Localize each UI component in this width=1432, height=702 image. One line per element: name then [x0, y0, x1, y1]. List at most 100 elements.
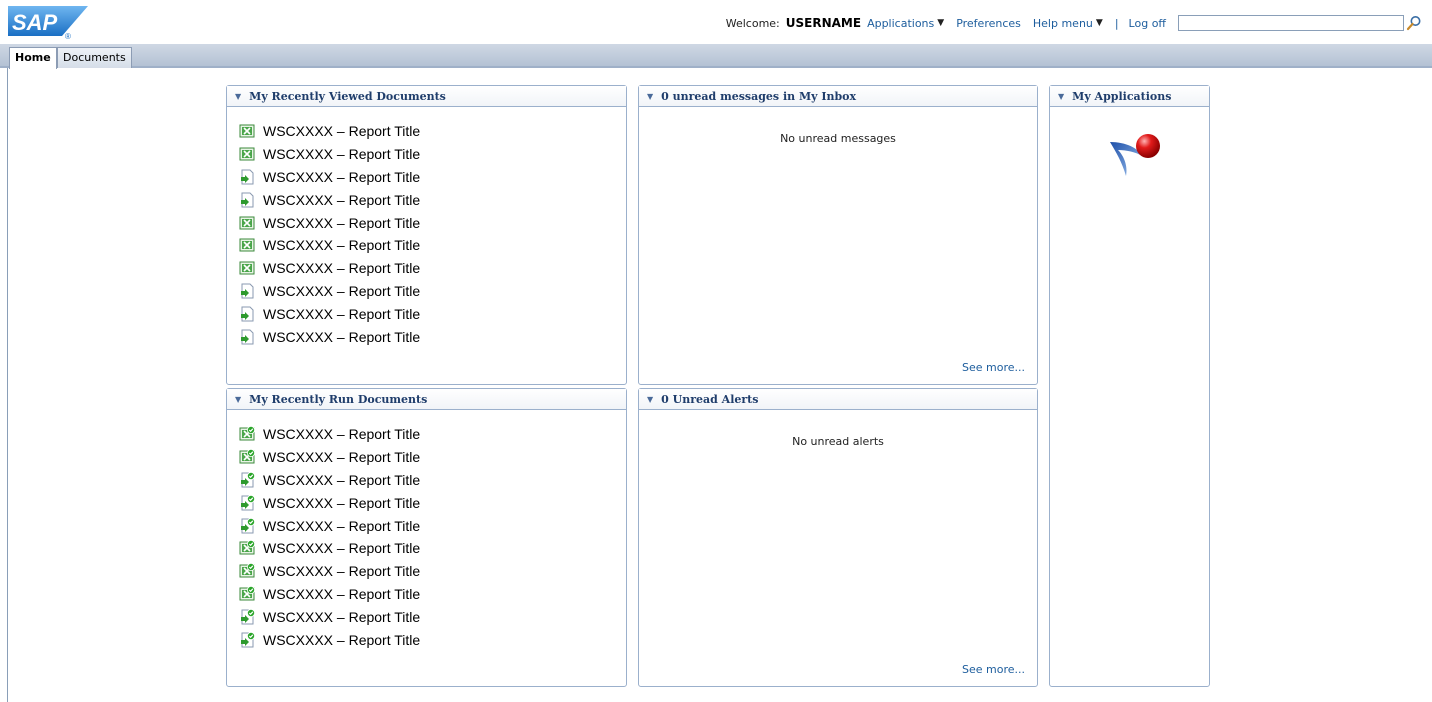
document-item[interactable]: WSCXXXX – Report Title	[239, 491, 420, 514]
application-pushpin-icon[interactable]	[1108, 132, 1168, 178]
collapse-triangle-icon[interactable]: ▼	[647, 394, 653, 404]
panel-header: ▼ My Applications	[1050, 86, 1209, 107]
document-label: WSCXXXX – Report Title	[263, 608, 421, 625]
welcome-label: Welcome:	[725, 16, 780, 30]
web-run-icon	[241, 494, 255, 511]
document-item[interactable]: WSCXXXX – Report Title	[239, 583, 420, 606]
document-label: WSCXXXX – Report Title	[263, 328, 421, 345]
excel-document-icon	[239, 147, 255, 161]
excel-document-icon	[239, 216, 255, 230]
document-item[interactable]: WSCXXXX – Report Title	[239, 234, 420, 257]
logoff-link[interactable]: Log off	[1129, 17, 1166, 30]
separator: |	[1114, 16, 1119, 30]
document-item[interactable]: WSCXXXX – Report Title	[239, 446, 420, 469]
username: USERNAME	[785, 16, 862, 30]
document-item[interactable]: WSCXXXX – Report Title	[239, 120, 420, 143]
document-item[interactable]: WSCXXXX – Report Title	[239, 211, 420, 234]
help-menu[interactable]: Help menu ▼	[1033, 17, 1103, 30]
document-label: WSCXXXX – Report Title	[263, 494, 421, 511]
document-item[interactable]: WSCXXXX – Report Title	[239, 257, 420, 280]
caret-down-icon: ▼	[937, 18, 945, 28]
preferences-link[interactable]: Preferences	[956, 17, 1021, 30]
excel-document-icon	[239, 238, 255, 252]
collapse-triangle-icon[interactable]: ▼	[647, 91, 653, 101]
help-label: Help menu	[1032, 16, 1093, 30]
collapse-triangle-icon[interactable]: ▼	[1058, 91, 1064, 101]
document-item[interactable]: WSCXXXX – Report Title	[239, 537, 420, 560]
panel-header: ▼ 0 Unread Alerts	[639, 389, 1037, 410]
document-label: WSCXXXX – Report Title	[263, 123, 421, 140]
document-item[interactable]: WSCXXXX – Report Title	[239, 514, 420, 537]
recently-run-panel: ▼ My Recently Run Documents WSCXXXX – Re…	[226, 388, 627, 687]
web-run-icon	[241, 471, 255, 488]
document-label: WSCXXXX – Report Title	[263, 168, 421, 185]
panel-header: ▼ 0 unread messages in My Inbox	[639, 86, 1037, 107]
web-document-icon	[241, 329, 254, 345]
document-label: WSCXXXX – Report Title	[263, 282, 421, 299]
caret-down-icon: ▼	[1095, 18, 1103, 28]
collapse-triangle-icon[interactable]: ▼	[235, 91, 241, 101]
document-list: WSCXXXX – Report Title WSCXXXX – Report T…	[239, 120, 420, 348]
document-item[interactable]: WSCXXXX – Report Title	[239, 560, 420, 583]
excel-document-icon	[239, 261, 255, 275]
applications-menu[interactable]: Applications ▼	[867, 17, 944, 30]
alerts-panel: ▼ 0 Unread Alerts No unread alerts See m…	[638, 388, 1038, 687]
top-header: SAP ® Welcome: USERNAME Applications ▼ Pr…	[0, 0, 1432, 44]
document-label: WSCXXXX – Report Title	[263, 585, 421, 602]
document-item[interactable]: WSCXXXX – Report Title	[239, 469, 420, 492]
logo-mark: ®	[65, 32, 71, 40]
document-item[interactable]: WSCXXXX – Report Title	[239, 188, 420, 211]
panel-header: ▼ My Recently Viewed Documents	[227, 86, 626, 107]
sap-logo: SAP ®	[8, 6, 88, 40]
web-document-icon	[241, 169, 254, 185]
see-more-link[interactable]: See more...	[962, 361, 1025, 374]
document-label: WSCXXXX – Report Title	[263, 146, 421, 163]
document-item[interactable]: WSCXXXX – Report Title	[239, 280, 420, 303]
panel-title: 0 unread messages in My Inbox	[661, 89, 857, 103]
excel-run-icon	[239, 563, 255, 578]
collapse-triangle-icon[interactable]: ▼	[235, 394, 241, 404]
tab-documents[interactable]: Documents	[57, 47, 132, 68]
empty-message: No unread alerts	[792, 435, 884, 448]
see-more-link[interactable]: See more...	[962, 663, 1025, 676]
web-document-icon	[241, 283, 254, 299]
document-label: WSCXXXX – Report Title	[263, 631, 421, 648]
document-label: WSCXXXX – Report Title	[263, 260, 421, 277]
document-item[interactable]: WSCXXXX – Report Title	[239, 166, 420, 189]
logo-text: SAP	[12, 10, 58, 35]
document-label: WSCXXXX – Report Title	[263, 191, 421, 208]
recently-viewed-panel: ▼ My Recently Viewed Documents WSCXXXX –…	[226, 85, 627, 385]
excel-run-icon	[239, 540, 255, 555]
left-border	[7, 68, 8, 702]
document-item[interactable]: WSCXXXX – Report Title	[239, 143, 420, 166]
web-run-icon	[241, 631, 255, 648]
document-item[interactable]: WSCXXXX – Report Title	[239, 628, 420, 651]
tab-home[interactable]: Home	[9, 47, 57, 69]
document-label: WSCXXXX – Report Title	[263, 540, 421, 557]
excel-document-icon	[239, 124, 255, 138]
document-item[interactable]: WSCXXXX – Report Title	[239, 423, 420, 446]
tab-bar: Home Documents	[0, 44, 1432, 69]
document-label: WSCXXXX – Report Title	[263, 237, 421, 254]
search-input[interactable]	[1178, 15, 1404, 31]
document-item[interactable]: WSCXXXX – Report Title	[239, 605, 420, 628]
web-run-icon	[241, 517, 255, 534]
panel-title: My Recently Run Documents	[249, 392, 428, 406]
web-run-icon	[241, 608, 255, 625]
document-item[interactable]: WSCXXXX – Report Title	[239, 325, 420, 348]
document-label: WSCXXXX – Report Title	[263, 214, 421, 231]
applications-label: Applications	[867, 16, 935, 30]
empty-message: No unread messages	[780, 132, 896, 145]
panel-title: My Applications	[1072, 89, 1172, 103]
magnifier-icon[interactable]	[1406, 15, 1422, 31]
panel-title: 0 Unread Alerts	[661, 392, 759, 406]
panel-title: My Recently Viewed Documents	[249, 89, 446, 103]
document-label: WSCXXXX – Report Title	[263, 517, 421, 534]
document-item[interactable]: WSCXXXX – Report Title	[239, 302, 420, 325]
document-label: WSCXXXX – Report Title	[263, 449, 421, 466]
excel-run-icon	[239, 449, 255, 464]
excel-run-icon	[239, 426, 255, 441]
document-label: WSCXXXX – Report Title	[263, 305, 421, 322]
my-applications-panel: ▼ My Applications	[1049, 85, 1210, 687]
web-document-icon	[241, 306, 254, 322]
